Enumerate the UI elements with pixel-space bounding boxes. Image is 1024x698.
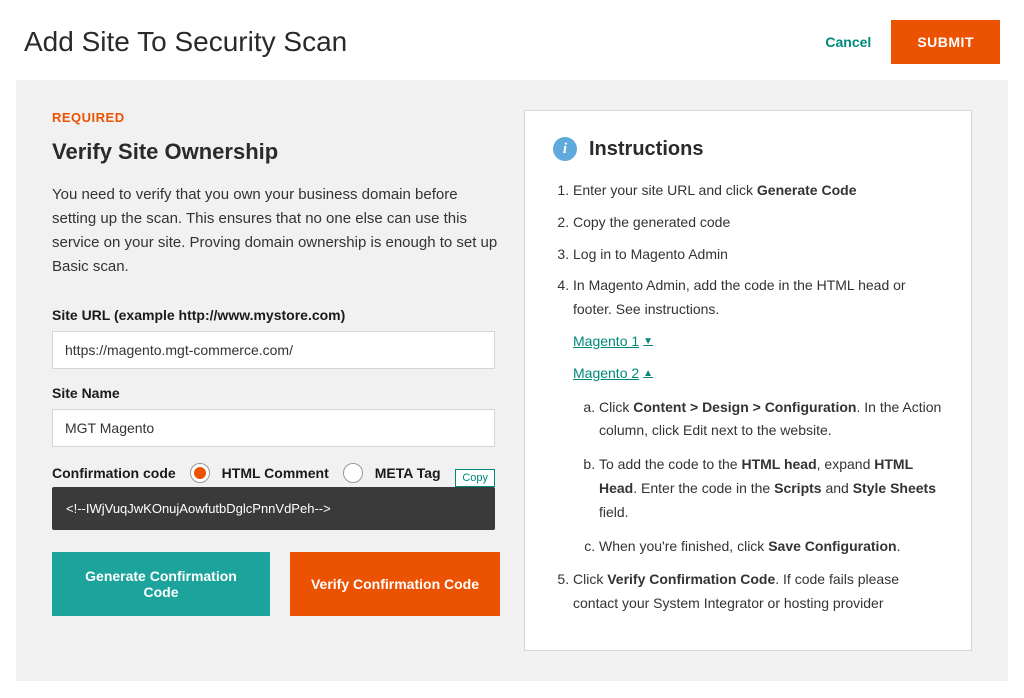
instruction-step-1: Enter your site URL and click Generate C… [573, 179, 943, 203]
confirmation-code-label: Confirmation code [52, 465, 176, 481]
magento-2-link[interactable]: Magento 2 ▲ [573, 362, 653, 386]
meta-tag-label: META Tag [375, 465, 441, 481]
verify-code-button[interactable]: Verify Confirmation Code [290, 552, 500, 616]
verify-ownership-title: Verify Site Ownership [52, 139, 500, 165]
instruction-step-4: In Magento Admin, add the code in the HT… [573, 274, 943, 558]
site-name-label: Site Name [52, 385, 500, 401]
instructions-panel: i Instructions Enter your site URL and c… [524, 110, 972, 651]
instruction-step-5: Click Verify Confirmation Code. If code … [573, 568, 943, 616]
instruction-substep-c: When you're finished, click Save Configu… [599, 535, 943, 559]
html-comment-radio[interactable] [190, 463, 210, 483]
instruction-substep-b: To add the code to the HTML head, expand… [599, 453, 943, 524]
instructions-title: Instructions [589, 138, 703, 161]
page-title: Add Site To Security Scan [24, 26, 347, 58]
copy-button[interactable]: Copy [455, 469, 495, 487]
submit-button[interactable]: SUBMIT [891, 20, 1000, 64]
instruction-step-2: Copy the generated code [573, 211, 943, 235]
magento-1-link[interactable]: Magento 1 ▼ [573, 330, 653, 354]
chevron-up-icon: ▲ [643, 365, 653, 382]
generate-code-button[interactable]: Generate Confirmation Code [52, 552, 270, 616]
confirmation-code-box[interactable]: <!--IWjVuqJwKOnujAowfutbDglcPnnVdPeh--> [52, 487, 495, 530]
instruction-step-3: Log in to Magento Admin [573, 243, 943, 267]
instruction-substep-a: Click Content > Design > Configuration. … [599, 396, 943, 444]
site-url-input[interactable] [52, 331, 495, 369]
site-name-input[interactable] [52, 409, 495, 447]
meta-tag-radio[interactable] [343, 463, 363, 483]
cancel-link[interactable]: Cancel [825, 34, 871, 50]
intro-text: You need to verify that you own your bus… [52, 183, 500, 279]
chevron-down-icon: ▼ [643, 333, 653, 350]
html-comment-label: HTML Comment [222, 465, 329, 481]
info-icon: i [553, 137, 577, 161]
required-label: REQUIRED [52, 110, 500, 125]
site-url-label: Site URL (example http://www.mystore.com… [52, 307, 500, 323]
